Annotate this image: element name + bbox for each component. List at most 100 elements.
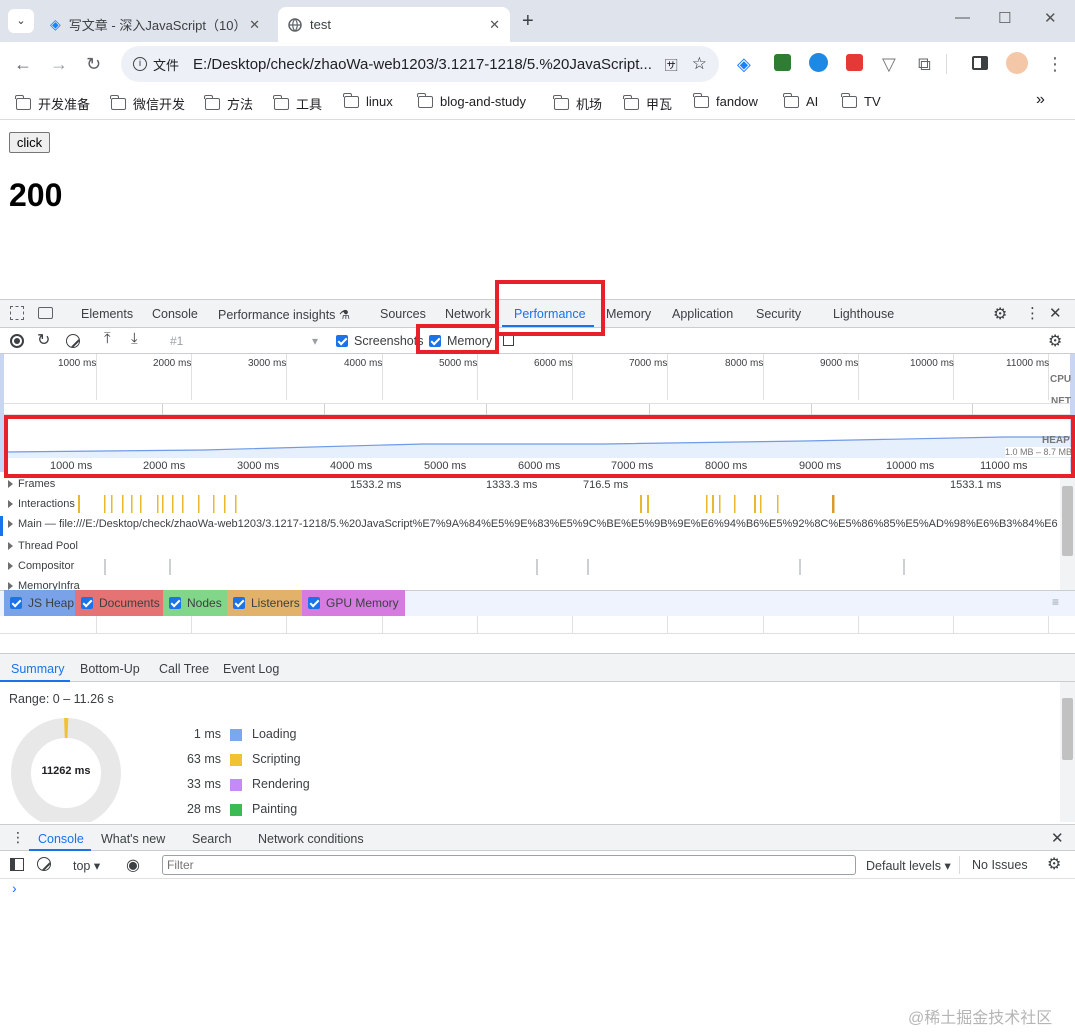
track-frames[interactable]: Frames xyxy=(0,478,55,490)
drawer-tab-console[interactable]: Console xyxy=(38,832,84,846)
bookmark-folder[interactable]: 微信开发 xyxy=(110,94,185,113)
download-icon[interactable]: ⤓ xyxy=(131,330,138,347)
tab-event-log[interactable]: Event Log xyxy=(223,662,279,676)
new-tab-button[interactable]: + xyxy=(522,10,534,33)
forward-arrow-icon[interactable]: → xyxy=(50,54,68,74)
documents-toggle[interactable]: Documents xyxy=(75,590,166,616)
console-settings-gear-icon[interactable]: ⚙ xyxy=(1047,854,1061,874)
checkbox-checked[interactable] xyxy=(233,597,245,609)
bookmark-folder[interactable]: fandow xyxy=(693,92,758,109)
drawer-tab-network-conditions[interactable]: Network conditions xyxy=(258,832,364,846)
close-tab-icon[interactable]: ✕ xyxy=(249,17,260,33)
device-toolbar-icon[interactable] xyxy=(38,307,53,319)
memory-checkbox[interactable]: Memory xyxy=(429,334,492,348)
download-extension-icon[interactable] xyxy=(774,54,791,71)
back-arrow-icon[interactable]: ← xyxy=(14,54,32,74)
clear-icon[interactable] xyxy=(66,334,80,348)
summary-scrollbar[interactable] xyxy=(1060,682,1075,822)
reload-record-icon[interactable]: ↻ xyxy=(37,330,50,350)
expand-triangle-icon[interactable] xyxy=(8,500,13,509)
juejin-extension-icon[interactable]: ◈ xyxy=(737,54,751,74)
extensions-puzzle-icon[interactable]: ⧉ xyxy=(918,54,931,74)
log-levels-select[interactable]: Default levels ▾ xyxy=(866,858,951,873)
translate-icon[interactable]: 🈂 xyxy=(665,55,678,74)
drawer-tab-search[interactable]: Search xyxy=(192,832,232,846)
video-extension-icon[interactable] xyxy=(846,54,863,71)
tab-performance[interactable]: Performance xyxy=(514,307,586,321)
menu-kebab-icon[interactable]: ⋮ xyxy=(1046,54,1064,74)
checkbox-checked[interactable] xyxy=(10,597,22,609)
inspect-element-icon[interactable] xyxy=(10,306,24,320)
bookmarks-overflow-button[interactable]: » xyxy=(1036,91,1045,109)
tab-call-tree[interactable]: Call Tree xyxy=(159,662,209,676)
expand-triangle-icon[interactable] xyxy=(8,582,13,590)
context-select[interactable]: top ▾ xyxy=(73,858,100,873)
upload-icon[interactable]: ⤒ xyxy=(104,330,111,347)
devtools-menu-icon[interactable]: ⋮ xyxy=(1025,304,1040,322)
star-icon[interactable]: ☆ xyxy=(692,54,707,74)
scrollbar-thumb[interactable] xyxy=(1062,486,1073,556)
gpu-memory-toggle[interactable]: GPU Memory xyxy=(302,590,405,616)
sidebar-toggle-icon[interactable] xyxy=(10,858,24,871)
tab-application[interactable]: Application xyxy=(672,307,733,321)
expand-triangle-icon[interactable] xyxy=(8,520,13,529)
listeners-toggle[interactable]: Listeners xyxy=(227,590,306,616)
expand-triangle-icon[interactable] xyxy=(8,542,13,551)
expand-triangle-icon[interactable] xyxy=(8,562,13,571)
bookmark-folder[interactable]: blog-and-study xyxy=(417,92,526,109)
bookmark-folder[interactable]: 机场 xyxy=(553,94,602,113)
tab-summary[interactable]: Summary xyxy=(11,662,64,676)
console-filter-input[interactable] xyxy=(162,855,856,875)
close-drawer-icon[interactable]: ✕ xyxy=(1051,829,1064,847)
tab-bottom-up[interactable]: Bottom-Up xyxy=(80,662,140,676)
track-main[interactable]: Main — file:///E:/Desktop/check/zhaoWa-w… xyxy=(0,518,1058,530)
trash-icon[interactable] xyxy=(503,333,514,346)
tab-sources[interactable]: Sources xyxy=(380,307,426,321)
tab-search-button[interactable]: ⌄ xyxy=(8,9,34,33)
expand-triangle-icon[interactable] xyxy=(8,480,13,489)
close-window-button[interactable]: ✕ xyxy=(1044,9,1057,27)
checkbox-checked[interactable] xyxy=(169,597,181,609)
bookmark-folder[interactable]: 开发准备 xyxy=(15,94,90,113)
track-memory-infra[interactable]: MemoryInfra xyxy=(0,580,80,590)
bookmark-folder[interactable]: 方法 xyxy=(204,94,253,113)
track-interactions[interactable]: Interactions xyxy=(0,498,75,510)
minimize-button[interactable]: — xyxy=(955,9,970,26)
click-button[interactable]: click xyxy=(9,132,50,153)
drawer-tab-whats-new[interactable]: What's new xyxy=(101,832,165,846)
checkbox-checked[interactable] xyxy=(81,597,93,609)
tab-security[interactable]: Security xyxy=(756,307,801,321)
close-devtools-icon[interactable]: ✕ xyxy=(1049,304,1062,322)
clear-console-icon[interactable] xyxy=(37,857,51,871)
checkbox-checked[interactable] xyxy=(336,335,348,347)
console-prompt[interactable]: › xyxy=(12,880,17,896)
tab-memory[interactable]: Memory xyxy=(606,307,651,321)
track-compositor[interactable]: Compositor xyxy=(0,560,74,572)
checkbox-checked[interactable] xyxy=(308,597,320,609)
tab-lighthouse[interactable]: Lighthouse xyxy=(833,307,894,321)
tab-elements[interactable]: Elements xyxy=(81,307,133,321)
capture-settings-gear-icon[interactable]: ⚙ xyxy=(1048,331,1062,351)
tab-article[interactable]: ◈ 写文章 - 深入JavaScript（10） ✕ xyxy=(40,7,270,42)
eye-icon[interactable]: ◉ xyxy=(126,855,140,875)
bookmark-folder[interactable]: 甲瓦 xyxy=(623,94,672,113)
side-panel-icon[interactable] xyxy=(972,56,988,70)
bookmark-folder[interactable]: linux xyxy=(343,92,393,109)
scrollbar-thumb[interactable] xyxy=(1062,698,1073,760)
drawer-menu-icon[interactable]: ⋮ xyxy=(11,829,25,846)
recording-select[interactable]: #1 ▾ xyxy=(158,332,322,350)
tab-test[interactable]: test ✕ xyxy=(278,7,510,42)
flame-chart[interactable]: Frames 1533.2 ms 1333.3 ms 716.5 ms 1533… xyxy=(0,476,1060,590)
tab-network[interactable]: Network xyxy=(445,307,491,321)
js-heap-toggle[interactable]: JS Heap xyxy=(4,590,81,616)
record-icon[interactable] xyxy=(10,334,24,348)
bookmark-folder[interactable]: AI xyxy=(783,92,818,109)
chat-extension-icon[interactable] xyxy=(809,53,828,72)
settings-gear-icon[interactable]: ⚙ xyxy=(993,304,1007,324)
address-bar[interactable]: i 文件 E:/Desktop/check/zhaoWa-web1203/3.1… xyxy=(121,46,719,82)
checkbox-checked[interactable] xyxy=(429,335,441,347)
issues-counter[interactable]: No Issues xyxy=(972,858,1028,872)
url-text[interactable]: E:/Desktop/check/zhaoWa-web1203/3.1217-1… xyxy=(193,56,655,73)
tab-performance-insights[interactable]: Performance insights ⚗ xyxy=(218,307,350,322)
maximize-button[interactable]: ☐ xyxy=(998,9,1011,27)
